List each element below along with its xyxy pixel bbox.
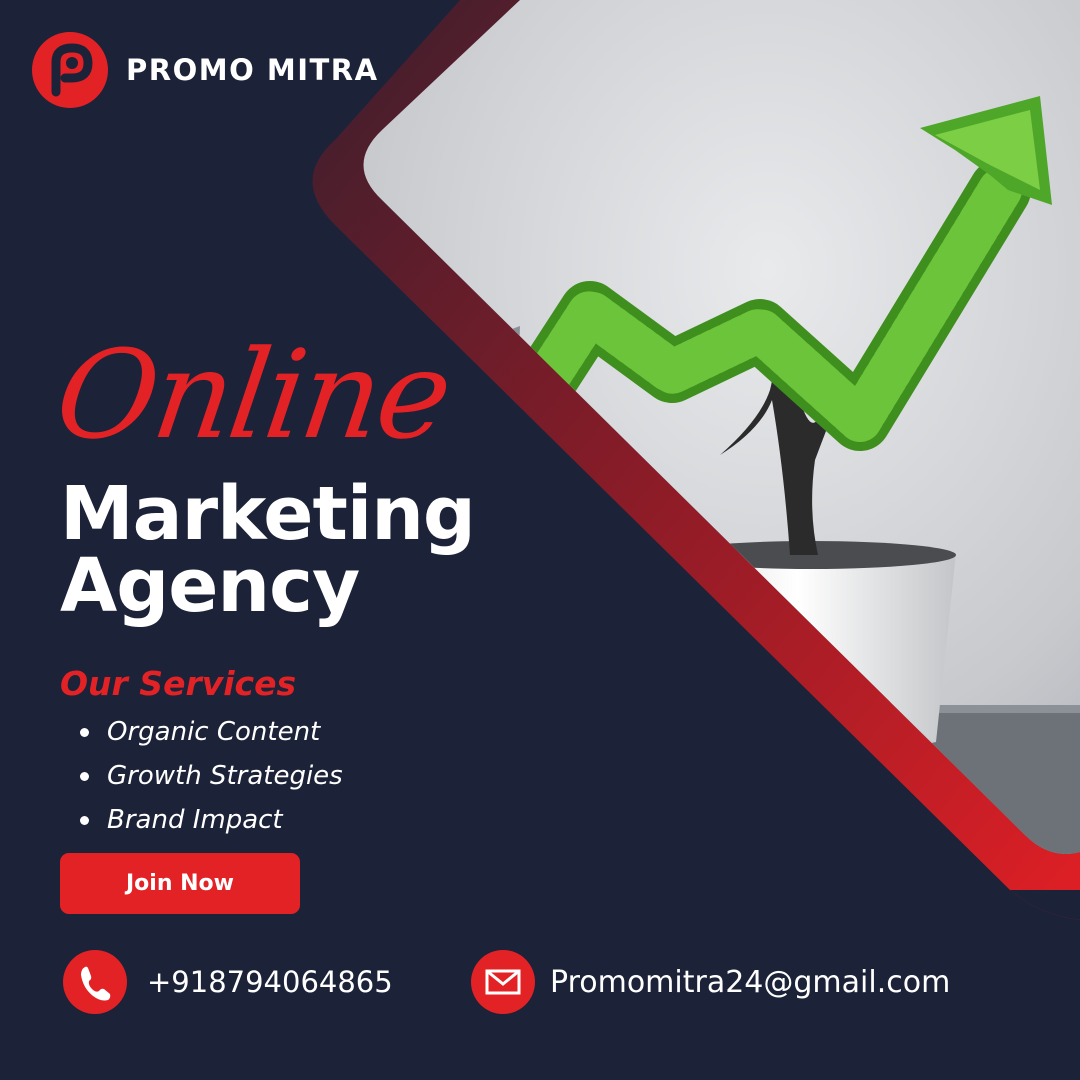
service-label: Organic Content: [107, 717, 321, 747]
bullet-icon: [80, 815, 89, 825]
headline-line-agency: Agency: [60, 543, 360, 629]
bullet-icon: [80, 771, 89, 781]
bullet-icon: [80, 727, 89, 737]
services-list: Organic Content Growth Strategies Brand …: [80, 710, 343, 842]
phone-number: +918794064865: [147, 965, 393, 999]
contact-phone[interactable]: +918794064865: [63, 950, 393, 1014]
brand-header: PROMO MITRA: [32, 32, 379, 108]
p-logo-icon: [32, 32, 108, 108]
mail-icon: [471, 950, 535, 1014]
join-now-button[interactable]: Join Now: [60, 853, 300, 914]
phone-icon: [63, 950, 127, 1014]
service-item: Organic Content: [80, 710, 343, 754]
service-item: Brand Impact: [80, 798, 343, 842]
service-label: Brand Impact: [107, 805, 283, 835]
brand-name: PROMO MITRA: [126, 53, 379, 87]
services-title: Our Services: [60, 664, 297, 703]
headline-title: Marketing Agency: [60, 471, 476, 629]
headline-online: Online: [48, 324, 458, 466]
service-label: Growth Strategies: [107, 761, 343, 791]
contact-email[interactable]: Promomitra24@gmail.com: [471, 950, 950, 1014]
email-address: Promomitra24@gmail.com: [550, 964, 951, 1000]
headline-line-marketing: Marketing: [60, 471, 476, 557]
service-item: Growth Strategies: [80, 754, 343, 798]
